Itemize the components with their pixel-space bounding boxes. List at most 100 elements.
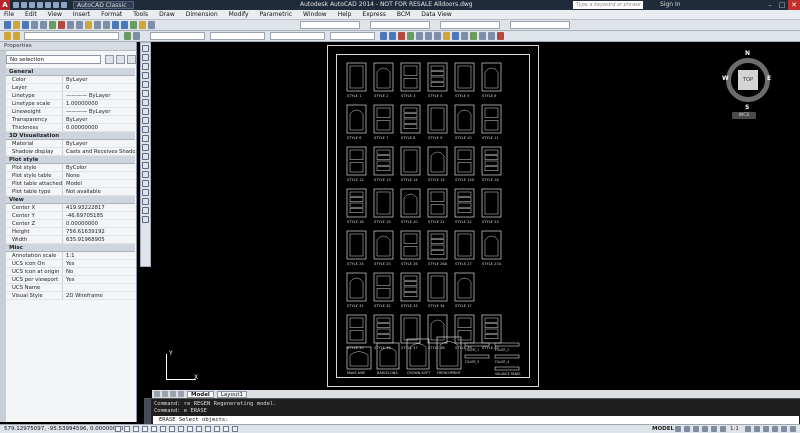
steering-wheel-icon[interactable] — [711, 426, 717, 432]
filler-strip[interactable] — [464, 354, 490, 359]
property-row[interactable]: Plot table attached toModel — [6, 180, 135, 188]
clean-screen-icon[interactable] — [790, 426, 796, 432]
lineweight-icon[interactable] — [205, 426, 211, 432]
menu-item-tools[interactable]: Tools — [133, 11, 148, 18]
menu-item-modify[interactable]: Modify — [229, 11, 249, 18]
compass-west[interactable]: W — [722, 75, 729, 82]
redo-icon[interactable] — [103, 21, 110, 29]
compass-east[interactable]: E — [767, 75, 771, 82]
tab-nav-next-icon[interactable] — [170, 391, 176, 397]
property-value[interactable]: ByLayer — [63, 140, 135, 147]
model-space-button[interactable]: MODEL — [652, 425, 674, 433]
property-row[interactable]: Lineweight ———— ByLayer — [6, 108, 135, 116]
tab-nav-last-icon[interactable] — [178, 391, 184, 397]
layer-properties-icon[interactable] — [4, 32, 11, 40]
maximize-icon[interactable]: □ — [776, 0, 788, 10]
section-3d-visualization[interactable]: 3D Visualization — [6, 132, 135, 140]
new-icon[interactable] — [13, 2, 19, 8]
new-drawing-icon[interactable] — [4, 21, 11, 29]
make-block-icon[interactable] — [142, 153, 149, 160]
box-icon[interactable] — [389, 32, 396, 40]
property-value[interactable]: No — [63, 268, 135, 275]
property-row[interactable]: UCS icon at origin No — [6, 268, 135, 276]
open-icon[interactable] — [21, 2, 27, 8]
zoom-icon[interactable] — [121, 21, 128, 29]
transparency-icon[interactable] — [214, 426, 220, 432]
text-style-dropdown[interactable] — [300, 21, 360, 29]
tool-palettes-icon[interactable] — [148, 21, 155, 29]
gradient-icon[interactable] — [142, 180, 149, 187]
property-value[interactable]: ByLayer — [63, 76, 135, 83]
selection-dropdown[interactable]: No selection — [6, 55, 101, 64]
annotation-visibility-icon[interactable] — [745, 426, 751, 432]
ucs-world-icon[interactable] — [488, 32, 495, 40]
ortho-mode-icon[interactable] — [142, 426, 148, 432]
view-top-icon[interactable] — [416, 32, 423, 40]
door-outline[interactable] — [436, 336, 462, 370]
property-value[interactable]: 419.93222817 — [63, 204, 135, 211]
make-current-icon[interactable] — [124, 32, 131, 40]
tab-model[interactable]: Model — [187, 390, 214, 398]
menu-item-dimension[interactable]: Dimension — [186, 11, 218, 18]
menu-item-format[interactable]: Format — [101, 11, 122, 18]
property-value[interactable]: ———— ByLayer — [63, 108, 135, 115]
quick-view-drawings-icon[interactable] — [684, 426, 690, 432]
orbit-icon[interactable] — [443, 32, 450, 40]
sphere-icon[interactable] — [380, 32, 387, 40]
property-row[interactable]: Shadow displayCasts and Receives Shadows — [6, 148, 135, 156]
layer-previous-icon[interactable] — [133, 32, 140, 40]
select-objects-icon[interactable] — [116, 55, 125, 64]
property-value[interactable]: Model — [63, 180, 135, 187]
dynamic-ucs-icon[interactable] — [187, 426, 193, 432]
menu-item-draw[interactable]: Draw — [159, 11, 175, 18]
property-value[interactable]: 0.00000000 — [63, 124, 135, 131]
property-row[interactable]: Center Z 0.00000000 — [6, 220, 135, 228]
drawing-canvas[interactable]: STYLE 1 STYLE 2 STYLE 3 STYLE 4 STYLE 5 STYLE… — [152, 42, 800, 390]
paste-icon[interactable] — [76, 21, 83, 29]
view-right-icon[interactable] — [434, 32, 441, 40]
open-folder-icon[interactable] — [13, 21, 20, 29]
autocad-logo-icon[interactable]: A — [0, 0, 10, 10]
preview-icon[interactable] — [40, 21, 47, 29]
insert-block-icon[interactable] — [142, 144, 149, 151]
hardware-acceleration-icon[interactable] — [772, 426, 778, 432]
property-value[interactable]: 1.00000000 — [63, 100, 135, 107]
hatch-icon[interactable] — [142, 171, 149, 178]
add-selected-icon[interactable] — [142, 216, 149, 223]
save-icon[interactable] — [29, 2, 35, 8]
lock-icon[interactable] — [763, 426, 769, 432]
section-general[interactable]: General — [6, 68, 135, 76]
quick-view-layouts-icon[interactable] — [675, 426, 681, 432]
plotstyle-dropdown[interactable] — [330, 32, 375, 40]
save-icon[interactable] — [22, 21, 29, 29]
object-snap-tracking-icon[interactable] — [178, 426, 184, 432]
polyline-icon[interactable] — [142, 63, 149, 70]
section-icon[interactable] — [497, 32, 504, 40]
rectangle-icon[interactable] — [142, 81, 149, 88]
filler-strip[interactable] — [494, 366, 520, 371]
arc-icon[interactable] — [142, 90, 149, 97]
door-outline[interactable] — [346, 346, 372, 370]
menu-item-file[interactable]: File — [4, 11, 14, 18]
property-value[interactable]: 0 — [63, 84, 135, 91]
circle-icon[interactable] — [142, 99, 149, 106]
property-row[interactable]: Transparency ByLayer — [6, 116, 135, 124]
ellipse-arc-icon[interactable] — [142, 135, 149, 142]
property-value[interactable]: Yes — [63, 260, 135, 267]
property-row[interactable]: Visual Style 2D Wireframe — [6, 292, 135, 300]
copy-icon[interactable] — [67, 21, 74, 29]
polar-tracking-icon[interactable] — [151, 426, 157, 432]
section-misc[interactable]: Misc — [6, 244, 135, 252]
publish-icon[interactable] — [49, 21, 56, 29]
line-tool-icon[interactable] — [142, 45, 149, 52]
property-row[interactable]: UCS icon On Yes — [6, 260, 135, 268]
command-input[interactable]: ERASE Select objects: — [153, 416, 799, 424]
visual-style-icon[interactable] — [452, 32, 459, 40]
cut-icon[interactable] — [58, 21, 65, 29]
tab-nav-first-icon[interactable] — [154, 391, 160, 397]
property-value[interactable] — [63, 284, 135, 291]
property-row[interactable]: Thickness 0.00000000 — [6, 124, 135, 132]
region-icon[interactable] — [142, 189, 149, 196]
property-value[interactable]: None — [63, 172, 135, 179]
lineweight-dropdown[interactable] — [270, 32, 325, 40]
